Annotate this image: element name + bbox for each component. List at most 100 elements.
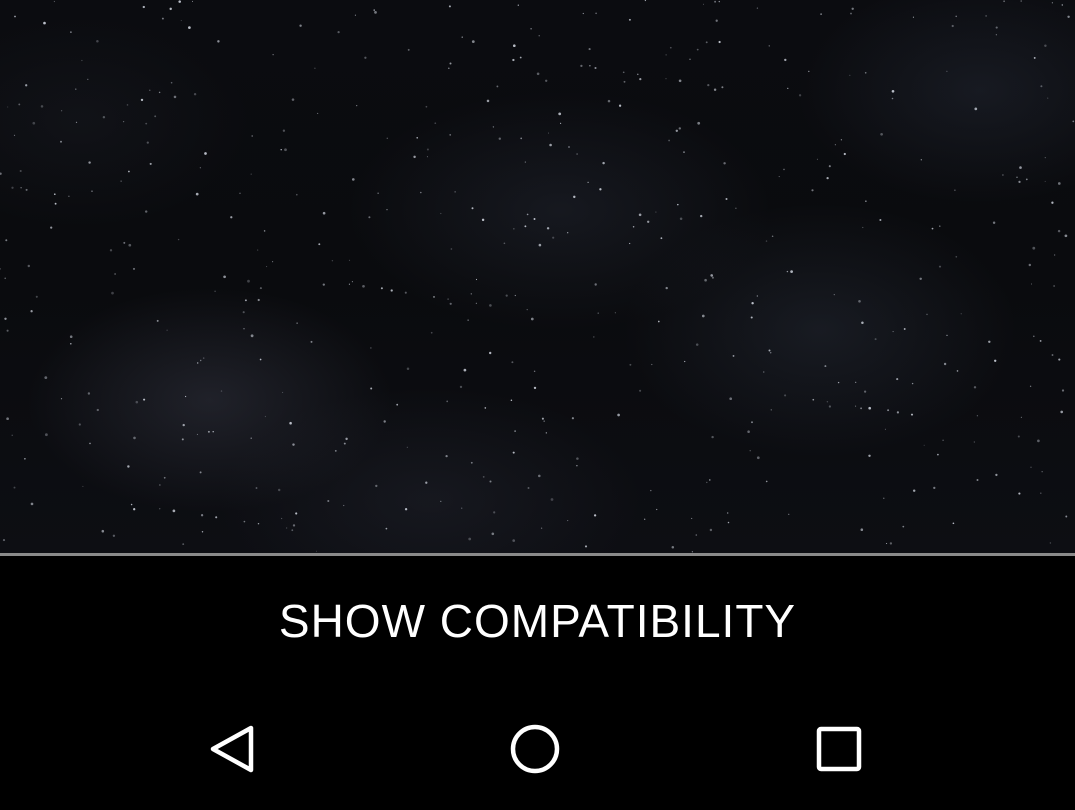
star: [446, 400, 449, 403]
star: [296, 193, 298, 196]
star: [886, 542, 888, 545]
star: [679, 217, 683, 221]
star: [91, 190, 93, 192]
star: [729, 397, 733, 401]
star: [902, 525, 905, 528]
star: [837, 381, 840, 384]
star: [247, 279, 250, 283]
star: [933, 486, 936, 490]
star: [1057, 229, 1061, 233]
star: [656, 508, 658, 511]
star: [199, 471, 202, 474]
star: [496, 85, 499, 88]
star: [912, 489, 916, 492]
star: [54, 202, 57, 205]
star: [193, 93, 197, 96]
star: [889, 542, 893, 545]
star: [665, 286, 668, 290]
star: [709, 479, 711, 481]
star: [272, 54, 274, 56]
star: [576, 457, 579, 460]
star: [883, 497, 885, 499]
home-button[interactable]: [500, 714, 570, 784]
star: [489, 351, 492, 355]
star: [133, 436, 136, 440]
star: [133, 508, 136, 511]
star: [430, 331, 433, 334]
star: [864, 390, 867, 393]
star: [239, 192, 241, 194]
star: [919, 277, 922, 281]
star: [191, 0, 194, 2]
star: [45, 433, 48, 437]
star: [484, 407, 487, 409]
star: [180, 20, 182, 22]
star: [475, 278, 478, 281]
star: [891, 97, 894, 100]
star: [449, 62, 452, 65]
star: [201, 531, 204, 533]
star: [514, 294, 516, 297]
star: [623, 80, 626, 83]
starfield-wallpaper: [0, 0, 1075, 555]
star: [678, 79, 682, 83]
star: [331, 259, 334, 262]
star: [250, 437, 252, 439]
star: [622, 71, 625, 74]
star: [994, 359, 997, 362]
star: [862, 226, 864, 229]
star: [946, 334, 948, 337]
star: [768, 45, 770, 47]
star: [88, 161, 91, 164]
star: [230, 216, 233, 219]
recents-icon: [816, 726, 862, 772]
star: [538, 243, 542, 247]
star: [710, 274, 714, 277]
star: [812, 398, 815, 401]
star: [808, 70, 810, 73]
star: [295, 512, 298, 515]
star: [471, 40, 475, 43]
star: [550, 498, 554, 501]
star: [711, 276, 714, 279]
star: [597, 312, 599, 314]
star: [1040, 85, 1043, 88]
show-compatibility-button[interactable]: SHOW COMPATIBILITY: [259, 584, 816, 658]
star: [1039, 339, 1042, 342]
star: [24, 458, 26, 460]
star: [96, 408, 99, 412]
star: [470, 461, 473, 464]
star: [723, 162, 726, 165]
back-button[interactable]: [197, 714, 267, 784]
star: [589, 65, 591, 67]
star: [727, 512, 729, 514]
star: [43, 21, 46, 25]
star: [370, 347, 372, 349]
star: [178, 0, 181, 3]
star: [545, 432, 547, 434]
star: [1061, 4, 1064, 6]
star: [715, 19, 718, 22]
star: [291, 529, 294, 532]
star: [286, 527, 288, 529]
star: [826, 176, 829, 180]
star: [1044, 157, 1046, 159]
star: [362, 284, 365, 288]
star: [816, 158, 818, 160]
star: [327, 499, 330, 503]
star: [675, 129, 678, 132]
star: [721, 86, 724, 89]
star: [660, 237, 663, 240]
recents-button[interactable]: [804, 714, 874, 784]
star: [0, 172, 2, 175]
star: [1061, 389, 1065, 392]
star: [931, 227, 934, 230]
star: [976, 415, 979, 417]
star: [11, 186, 14, 189]
star: [87, 392, 91, 395]
star: [289, 421, 292, 425]
star: [874, 338, 877, 341]
star: [364, 56, 367, 59]
star: [952, 522, 955, 525]
star: [440, 212, 442, 215]
